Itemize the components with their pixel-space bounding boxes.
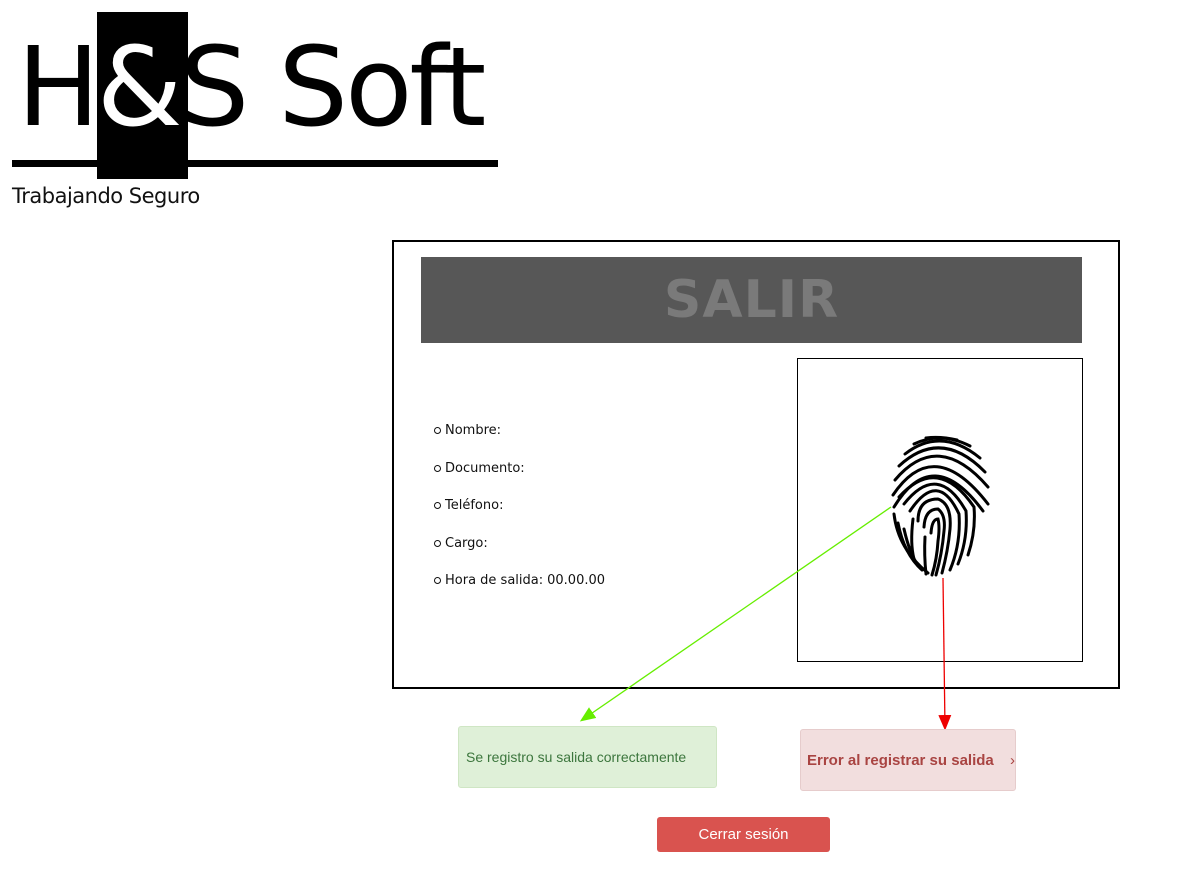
logo-text: H&S Soft — [17, 22, 487, 152]
logo-ampersand: & — [96, 23, 183, 151]
info-label: Documento: — [445, 460, 525, 476]
logout-button[interactable]: Cerrar sesión — [657, 817, 830, 852]
logo-letters-s-soft: S Soft — [179, 23, 487, 151]
bullet-icon — [434, 577, 441, 585]
employee-info-list: Nombre: Documento: Teléfono: Cargo: Hora… — [434, 412, 605, 600]
info-item-cargo: Cargo: — [434, 525, 605, 563]
success-alert-text: Se registro su salida correctamente — [466, 749, 687, 765]
bullet-icon — [434, 427, 441, 435]
info-label: Hora de salida: — [445, 573, 544, 589]
fingerprint-icon — [891, 435, 990, 577]
page-title: SALIR — [663, 270, 840, 330]
error-alert: Error al registrar su salida › — [800, 729, 1016, 791]
error-alert-text: Error al registrar su salida — [807, 751, 994, 769]
info-item-telefono: Teléfono: — [434, 487, 605, 525]
info-item-documento: Documento: — [434, 450, 605, 488]
info-label: Teléfono: — [445, 498, 504, 514]
logo-letter-h: H — [17, 23, 100, 151]
logo-underline — [12, 160, 498, 167]
bullet-icon — [434, 464, 441, 472]
exit-time-value: 00.00.00 — [547, 573, 606, 589]
brand-tagline: Trabajando Seguro — [12, 184, 200, 208]
bullet-icon — [434, 502, 441, 510]
info-label: Cargo: — [445, 535, 488, 551]
card-header: SALIR — [421, 257, 1082, 343]
chevron-right-icon[interactable]: › — [1010, 752, 1015, 769]
brand-logo: H&S Soft Trabajando Seguro — [12, 12, 498, 212]
info-item-hora-salida: Hora de salida: 00.00.00 — [434, 562, 605, 600]
success-alert: Se registro su salida correctamente — [458, 726, 717, 788]
info-item-nombre: Nombre: — [434, 412, 605, 450]
exit-card: SALIR Nombre: Documento: Teléfono: Cargo… — [392, 240, 1120, 689]
bullet-icon — [434, 539, 441, 547]
fingerprint-scanner[interactable] — [797, 358, 1083, 662]
info-label: Nombre: — [445, 423, 502, 439]
